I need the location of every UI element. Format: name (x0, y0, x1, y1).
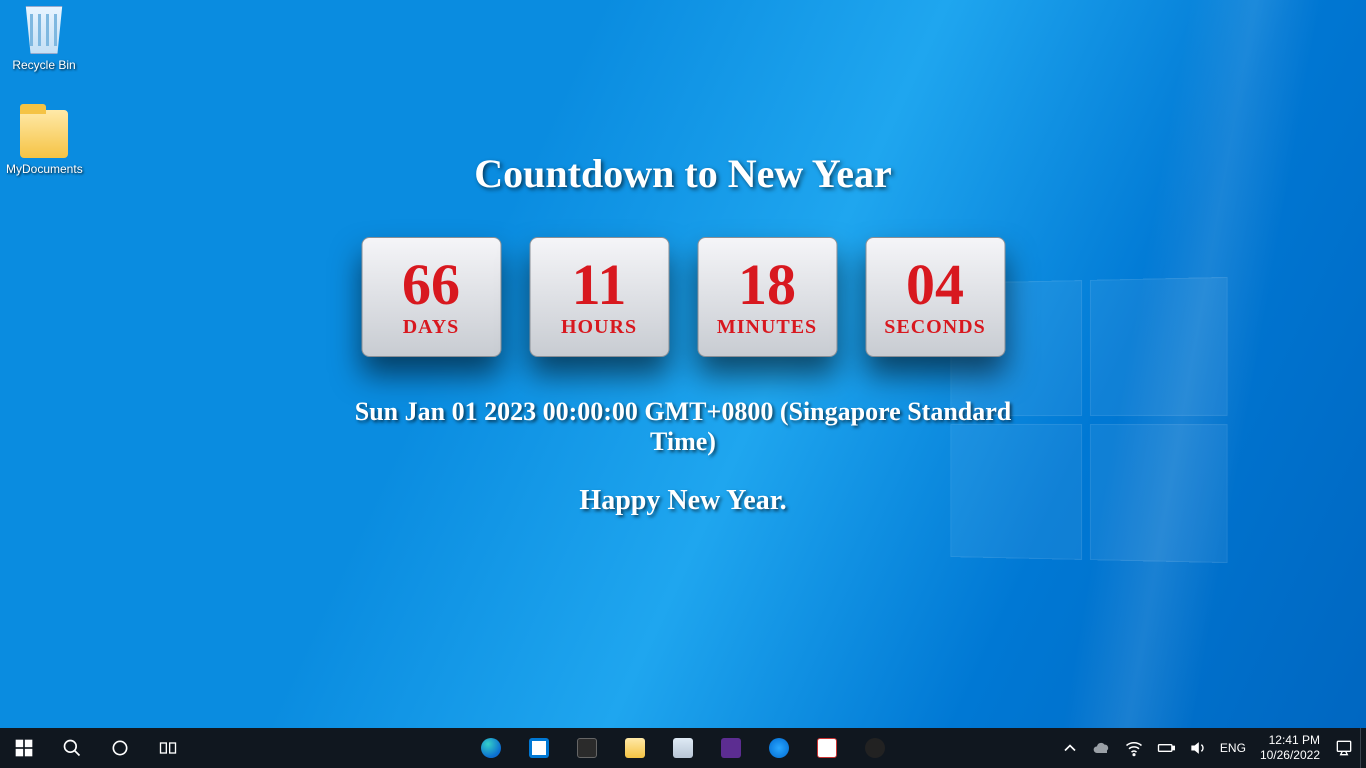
countdown-tiles: 66 DAYS 11 HOURS 18 MINUTES 04 SECONDS (342, 237, 1025, 357)
taskbar-app-visual-studio[interactable] (707, 728, 755, 768)
tile-days: 66 DAYS (361, 237, 501, 357)
tile-value: 18 (738, 256, 796, 314)
tile-label: HOURS (561, 316, 637, 339)
tray-clock[interactable]: 12:41 PM 10/26/2022 (1252, 733, 1328, 763)
widget-title: Countdown to New Year (342, 150, 1025, 197)
desktop-icon-label: MyDocuments (6, 162, 82, 176)
taskbar-apps (467, 728, 899, 768)
tray-language[interactable]: ENG (1214, 728, 1252, 768)
edge-icon (481, 738, 501, 758)
tray-onedrive[interactable] (1086, 728, 1118, 768)
virtualbox-icon (577, 738, 597, 758)
wifi-icon (1124, 738, 1144, 758)
tile-label: MINUTES (717, 316, 817, 339)
folder-icon (20, 110, 68, 158)
tile-seconds: 04 SECONDS (865, 237, 1005, 357)
windows-icon (14, 738, 34, 758)
media-player-icon (769, 738, 789, 758)
tile-value: 11 (572, 256, 627, 314)
tray-action-center[interactable] (1328, 728, 1360, 768)
target-datetime: Sun Jan 01 2023 00:00:00 GMT+0800 (Singa… (342, 397, 1025, 457)
language-label: ENG (1220, 741, 1246, 755)
clock-date: 10/26/2022 (1260, 748, 1320, 763)
search-button[interactable] (48, 728, 96, 768)
tile-label: DAYS (403, 316, 460, 339)
store-icon (529, 738, 549, 758)
taskbar-left (0, 728, 192, 768)
countdown-widget: Countdown to New Year 66 DAYS 11 HOURS 1… (342, 150, 1025, 517)
taskbar-tray: ENG 12:41 PM 10/26/2022 (1054, 728, 1366, 768)
tray-overflow-button[interactable] (1054, 728, 1086, 768)
recycle-bin-icon (20, 6, 68, 54)
cloud-icon (1092, 738, 1112, 758)
battery-icon (1156, 738, 1176, 758)
taskbar-app-notepad[interactable] (659, 728, 707, 768)
taskbar-app-file-explorer[interactable] (611, 728, 659, 768)
search-icon (62, 738, 82, 758)
show-desktop-button[interactable] (1360, 728, 1366, 768)
tile-value: 66 (402, 256, 460, 314)
task-view-button[interactable] (144, 728, 192, 768)
taskbar-app-store[interactable] (515, 728, 563, 768)
cortana-icon (110, 738, 130, 758)
widget-message: Happy New Year. (342, 485, 1025, 517)
action-center-icon (1334, 738, 1354, 758)
desktop-icon-label: Recycle Bin (6, 58, 82, 72)
tray-battery[interactable] (1150, 728, 1182, 768)
taskbar-app-calendar[interactable] (803, 728, 851, 768)
notepad-icon (673, 738, 693, 758)
tile-value: 04 (906, 256, 964, 314)
taskbar: ENG 12:41 PM 10/26/2022 (0, 728, 1366, 768)
taskbar-app-edge[interactable] (467, 728, 515, 768)
taskbar-app-virtualbox[interactable] (563, 728, 611, 768)
tile-hours: 11 HOURS (529, 237, 669, 357)
cortana-button[interactable] (96, 728, 144, 768)
tray-volume[interactable] (1182, 728, 1214, 768)
desktop[interactable]: Recycle Bin MyDocuments Countdown to New… (0, 0, 1366, 768)
visual-studio-icon (721, 738, 741, 758)
desktop-icon-my-documents[interactable]: MyDocuments (6, 110, 82, 176)
task-view-icon (158, 738, 178, 758)
tile-minutes: 18 MINUTES (697, 237, 837, 357)
chevron-up-icon (1060, 738, 1080, 758)
clock-app-icon (865, 738, 885, 758)
calendar-icon (817, 738, 837, 758)
tile-label: SECONDS (884, 316, 985, 339)
taskbar-app-clock[interactable] (851, 728, 899, 768)
volume-icon (1188, 738, 1208, 758)
tray-wifi[interactable] (1118, 728, 1150, 768)
desktop-icon-recycle-bin[interactable]: Recycle Bin (6, 6, 82, 72)
clock-time: 12:41 PM (1260, 733, 1320, 748)
start-button[interactable] (0, 728, 48, 768)
taskbar-app-media-player[interactable] (755, 728, 803, 768)
file-explorer-icon (625, 738, 645, 758)
